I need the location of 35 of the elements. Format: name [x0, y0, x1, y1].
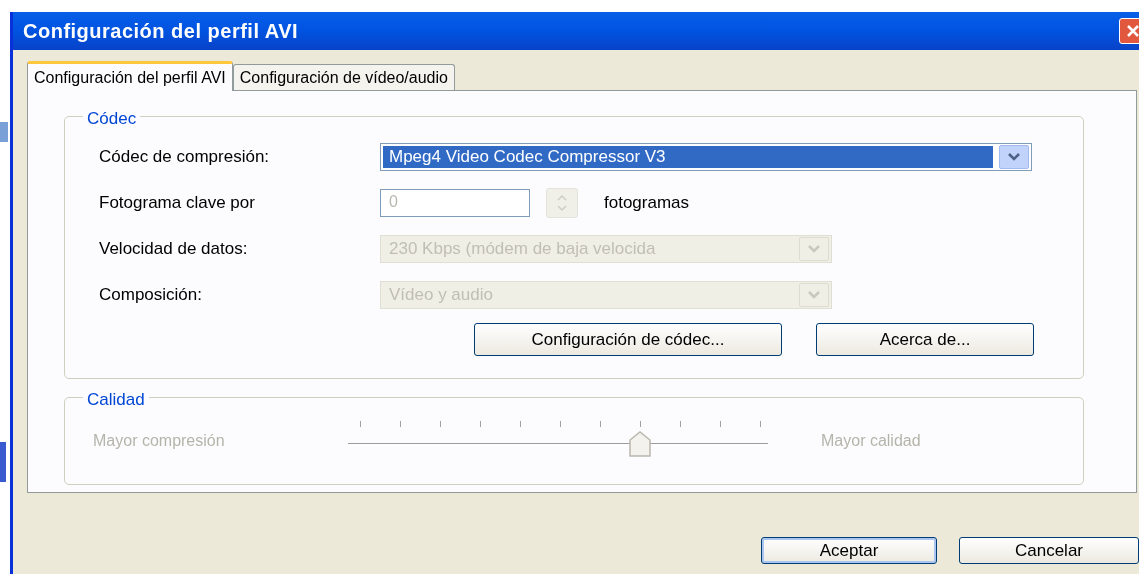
push-button[interactable]: Aceptar — [761, 537, 937, 564]
tick-mark — [400, 421, 401, 427]
tick-mark — [720, 421, 721, 427]
tick-mark — [440, 421, 441, 427]
dropdown-value: Mpeg4 Video Codec Compressor V3 — [383, 146, 993, 168]
push-button[interactable]: Configuración de códec... — [474, 323, 782, 356]
spin-button[interactable] — [546, 188, 578, 218]
push-button[interactable]: Acerca de... — [816, 323, 1034, 356]
field-label: Composición: — [99, 284, 203, 307]
tick-mark — [680, 421, 681, 427]
tick-mark — [480, 421, 481, 427]
tick-mark — [560, 421, 561, 427]
tick-mark — [520, 421, 521, 427]
close-button[interactable] — [1119, 18, 1139, 44]
tick-mark — [760, 421, 761, 427]
caret-icon — [1007, 153, 1021, 161]
caret-icon — [807, 291, 821, 299]
tab[interactable]: Configuración de vídeo/audio — [232, 64, 455, 90]
slider-label: Mayor calidad — [821, 431, 921, 451]
close-icon — [1126, 24, 1139, 38]
dropdown-field[interactable]: Mpeg4 Video Codec Compressor V3 — [380, 143, 1032, 171]
tab[interactable]: Configuración del perfil AVI — [27, 61, 233, 91]
field-label: Fotograma clave por — [99, 192, 256, 215]
tick-mark — [600, 421, 601, 427]
tick-mark — [640, 421, 641, 427]
up-down-arrows-icon — [556, 193, 568, 213]
window-title: Configuración del perfil AVI — [23, 19, 299, 44]
suffix-label: fotogramas — [604, 192, 690, 215]
slider-label: Mayor compresión — [93, 431, 226, 451]
caret-icon — [807, 245, 821, 253]
tick-mark — [360, 421, 361, 427]
push-button[interactable]: Cancelar — [959, 537, 1139, 564]
field-label: Códec de compresión: — [99, 146, 271, 169]
field-label: Velocidad de datos: — [99, 238, 249, 261]
dropdown-button[interactable] — [999, 145, 1029, 169]
